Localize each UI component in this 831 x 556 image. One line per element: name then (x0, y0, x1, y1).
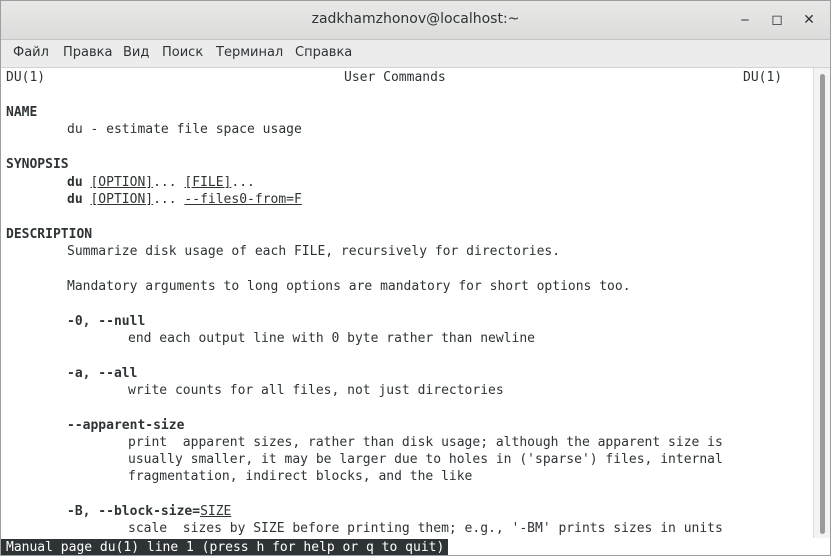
synopsis-ellipsis-end: ... (231, 175, 255, 190)
vertical-scrollbar[interactable] (813, 68, 830, 540)
section-heading-synopsis: SYNOPSIS (6, 157, 69, 172)
section-heading-name: NAME (6, 105, 38, 120)
terminal-window: zadkhamzhonov@localhost:~ ‒ ◻ ✕ Файл Пра… (0, 0, 831, 556)
synopsis-option: [OPTION] (90, 192, 154, 207)
synopsis-command: du (67, 192, 83, 207)
man-header-left: DU(1) (6, 70, 46, 85)
menu-help[interactable]: Справка (295, 45, 352, 60)
option-block-size-flag: -B, --block-size= (67, 504, 201, 519)
menu-search[interactable]: Поиск (162, 45, 203, 60)
option-block-size: -B, --block-size=SIZE (67, 503, 231, 520)
synopsis-option: [OPTION] (90, 175, 154, 190)
synopsis-command: du (67, 175, 83, 190)
option-apparent-size-description: fragmentation, indirect blocks, and the … (128, 469, 473, 484)
title-bar[interactable]: zadkhamzhonov@localhost:~ ‒ ◻ ✕ (1, 1, 830, 40)
option-all: -a, --all (67, 366, 138, 381)
option-block-size-arg: SIZE (200, 504, 232, 519)
description-line: Summarize disk usage of each FILE, recur… (67, 244, 561, 259)
menu-bar: Файл Правка Вид Поиск Терминал Справка (1, 40, 830, 68)
section-heading-description: DESCRIPTION (6, 227, 93, 242)
synopsis-files0-flag: --files0-from=F (184, 192, 302, 207)
menu-edit[interactable]: Правка (63, 45, 112, 60)
menu-terminal[interactable]: Терминал (216, 45, 283, 60)
man-header-right: DU(1) (743, 70, 783, 85)
synopsis-ellipsis: ... (153, 192, 185, 207)
terminal-output[interactable]: DU(1) User Commands DU(1) NAME du - esti… (1, 68, 813, 540)
minimize-button[interactable]: ‒ (734, 9, 756, 31)
menu-file[interactable]: Файл (13, 45, 49, 60)
menu-view[interactable]: Вид (123, 45, 149, 60)
option-block-size-description: scale sizes by SIZE before printing them… (128, 521, 723, 536)
window-title: zadkhamzhonov@localhost:~ (311, 11, 520, 27)
scrollbar-thumb[interactable] (820, 74, 825, 534)
option-all-description: write counts for all files, not just dir… (128, 383, 504, 398)
synopsis-ellipsis: ... (153, 175, 185, 190)
pager-status-text: Manual page du(1) line 1 (press h for he… (1, 539, 449, 555)
option-apparent-size-description: usually smaller, it may be larger due to… (128, 452, 723, 467)
status-line: Manual page du(1) line 1 (press h for he… (1, 538, 830, 555)
man-header-center: User Commands (344, 70, 446, 85)
option-null: -0, --null (67, 314, 146, 329)
option-apparent-size: --apparent-size (67, 418, 185, 433)
option-apparent-size-description: print apparent sizes, rather than disk u… (128, 435, 723, 450)
synopsis-line-1: du [OPTION]... [FILE]... (67, 174, 255, 191)
synopsis-line-2: du [OPTION]... --files0-from=F (67, 191, 302, 208)
name-description: du - estimate file space usage (67, 122, 302, 137)
option-null-description: end each output line with 0 byte rather … (128, 331, 535, 346)
maximize-button[interactable]: ◻ (766, 9, 788, 31)
synopsis-file: [FILE] (184, 175, 232, 190)
description-line: Mandatory arguments to long options are … (67, 279, 631, 294)
close-button[interactable]: ✕ (798, 9, 820, 31)
